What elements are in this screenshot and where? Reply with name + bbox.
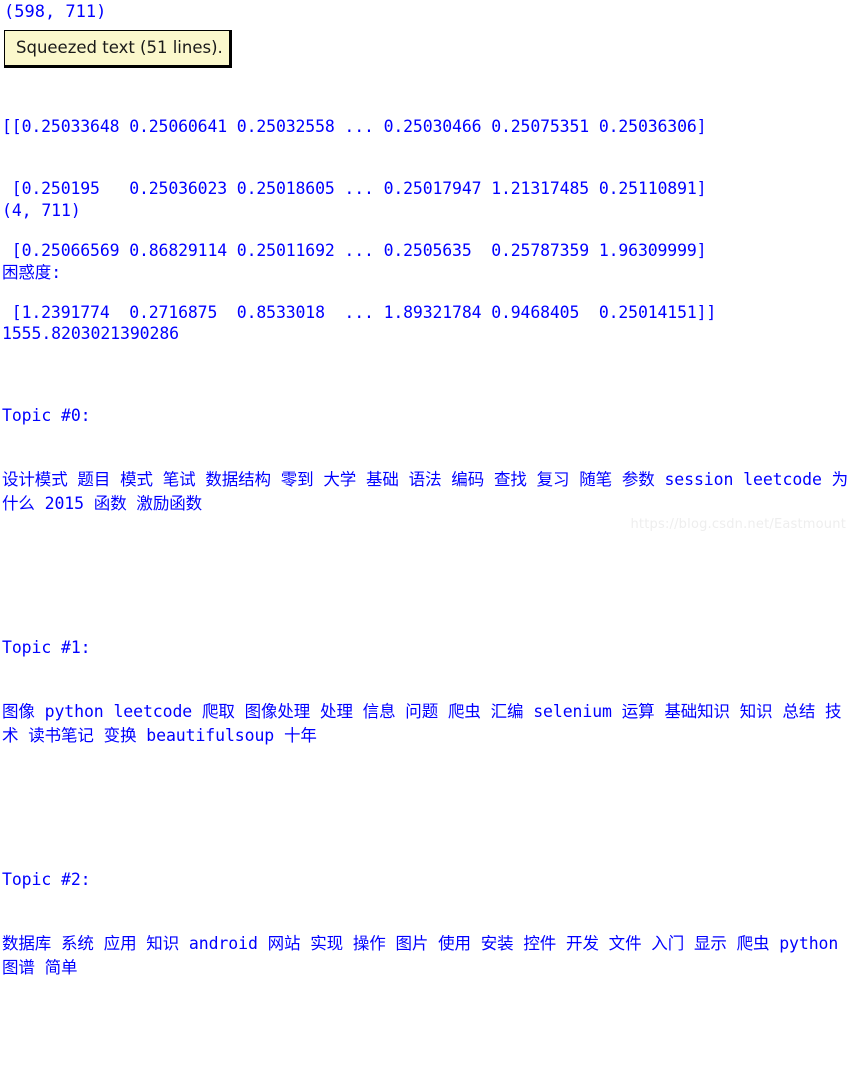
array-shape-top: (598, 711) xyxy=(4,2,107,22)
squeezed-text-banner[interactable]: Squeezed text (51 lines). xyxy=(4,30,232,68)
topic-separator xyxy=(2,1021,853,1041)
matrix-row: [[0.25033648 0.25060641 0.25032558 ... 0… xyxy=(2,117,707,136)
topic-0-words: 设计模式 题目 模式 笔试 数据结构 零到 大学 基础 语法 编码 查找 复习 … xyxy=(2,469,849,513)
topic-2-header: Topic #2: xyxy=(2,870,91,889)
topic-2-words: 数据库 系统 应用 知识 android 网站 实现 操作 图片 使用 安装 控… xyxy=(2,933,839,977)
array-shape-bottom: (4, 711) xyxy=(2,201,81,220)
topic-separator xyxy=(2,557,853,577)
topic-1-words: 图像 python leetcode 爬取 图像处理 处理 信息 问题 爬虫 汇… xyxy=(2,701,842,745)
topic-0-header: Topic #0: xyxy=(2,406,91,425)
squeezed-text-label: Squeezed text (51 lines). xyxy=(16,37,223,57)
topic-output-block: (4, 711) 困惑度: 1555.8203021390286 Topic #… xyxy=(2,160,853,1074)
topic-separator xyxy=(2,789,853,809)
squeezed-text-box[interactable]: Squeezed text (51 lines). xyxy=(4,30,232,68)
watermark: https://blog.csdn.net/Eastmount xyxy=(630,517,846,532)
topic-1-header: Topic #1: xyxy=(2,638,91,657)
perplexity-value: 1555.8203021390286 xyxy=(2,324,180,343)
perplexity-label: 困惑度: xyxy=(2,262,62,282)
